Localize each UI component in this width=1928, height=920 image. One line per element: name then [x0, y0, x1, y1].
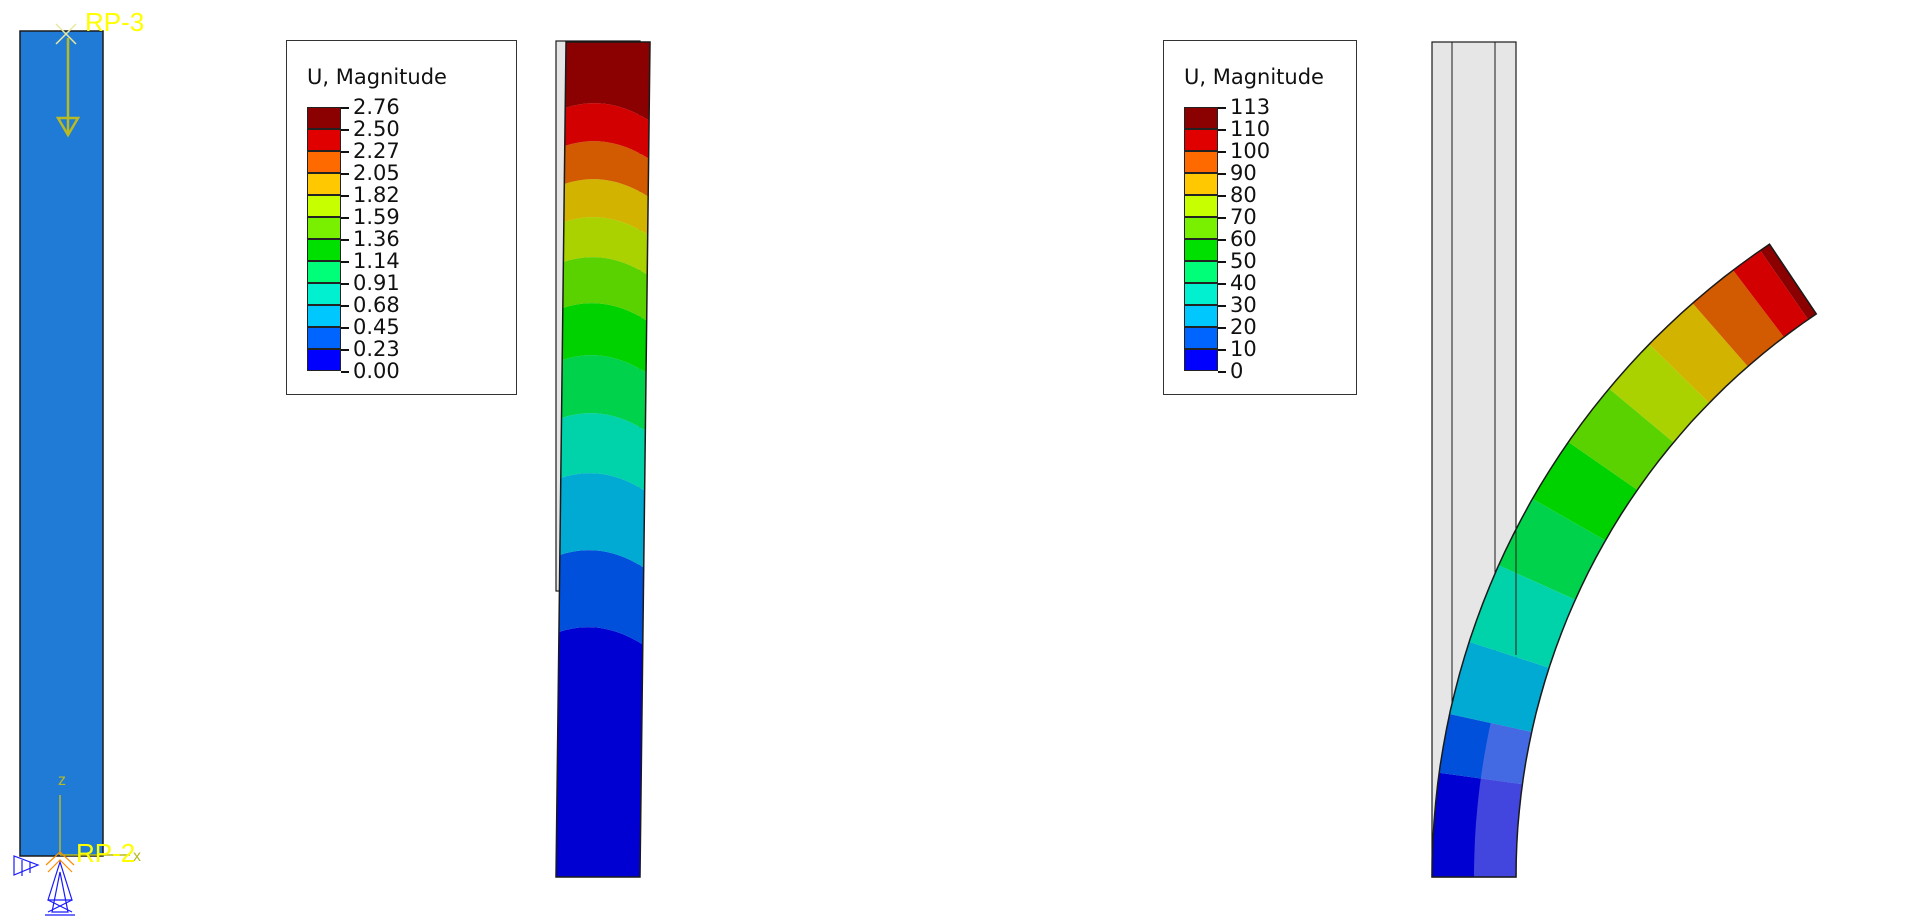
legend-2: U, Magnitude 113 110 100 90 80 70 60 50 40 30 20 10…	[1163, 40, 1357, 395]
legend-2-title: U, Magnitude	[1184, 65, 1324, 89]
legend-2-value-label: 20	[1230, 315, 1257, 339]
legend-1-value-label: 0.68	[353, 293, 400, 317]
legend-1-swatch	[307, 261, 341, 283]
legend-2-swatch	[1184, 173, 1218, 195]
legend-1-swatch	[307, 327, 341, 349]
legend-2-tick	[1218, 129, 1226, 131]
legend-1-tick	[341, 129, 349, 131]
legend-2-tick	[1218, 151, 1226, 153]
legend-2-tick	[1218, 195, 1226, 197]
legend-2-swatch	[1184, 261, 1218, 283]
rp-3-label: RP-3	[85, 7, 144, 37]
legend-1-swatch	[307, 129, 341, 151]
legend-2-value-label: 113	[1230, 95, 1271, 119]
legend-1-tick	[341, 107, 349, 109]
undeformed-column[interactable]	[19, 30, 104, 857]
legend-1-swatch	[307, 107, 341, 129]
legend-1: U, Magnitude 2.76 2.50 2.27 2.05 1.82 1.59 1.3…	[286, 40, 517, 395]
legend-1-tick	[341, 173, 349, 175]
legend-2-value-label: 90	[1230, 161, 1257, 185]
legend-1-tick	[341, 239, 349, 241]
legend-2-swatch	[1184, 305, 1218, 327]
legend-1-value-label: 1.82	[353, 183, 400, 207]
legend-1-tick	[341, 195, 349, 197]
legend-1-tick	[341, 327, 349, 329]
legend-1-value-label: 2.05	[353, 161, 400, 185]
legend-2-value-label: 70	[1230, 205, 1257, 229]
legend-1-value-label: 0.45	[353, 315, 400, 339]
legend-2-value-label: 110	[1230, 117, 1271, 141]
legend-2-tick	[1218, 239, 1226, 241]
legend-1-value-label: 0.23	[353, 337, 400, 361]
legend-1-swatch	[307, 217, 341, 239]
legend-2-swatch	[1184, 349, 1218, 371]
legend-1-tick	[341, 151, 349, 153]
legend-1-swatch	[307, 283, 341, 305]
legend-2-value-label: 100	[1230, 139, 1271, 163]
legend-1-value-label: 1.14	[353, 249, 400, 273]
contour-1-band	[556, 627, 643, 877]
undeformed-model-view: RP-3 z x RP-2	[13, 7, 144, 916]
legend-2-swatch	[1184, 129, 1218, 151]
legend-2-value-label: 50	[1230, 249, 1257, 273]
legend-2-tick	[1218, 371, 1226, 373]
legend-1-value-label: 2.27	[353, 139, 400, 163]
legend-1-value-label: 0.00	[353, 359, 400, 383]
legend-1-value-label: 1.59	[353, 205, 400, 229]
legend-1-value-label: 0.91	[353, 271, 400, 295]
legend-2-tick	[1218, 217, 1226, 219]
legend-1-swatch	[307, 305, 341, 327]
rp-2-label: RP-2	[76, 838, 135, 868]
legend-1-tick	[341, 261, 349, 263]
legend-1-tick	[341, 305, 349, 307]
legend-2-swatch	[1184, 327, 1218, 349]
contour-1-bands[interactable]	[555, 41, 651, 878]
legend-1-tick	[341, 217, 349, 219]
legend-2-value-label: 60	[1230, 227, 1257, 251]
legend-2-tick	[1218, 107, 1226, 109]
legend-2-tick	[1218, 261, 1226, 263]
legend-1-swatch	[307, 173, 341, 195]
contour-view-1	[555, 40, 651, 878]
triad-z-label: z	[58, 772, 66, 789]
legend-2-swatch	[1184, 151, 1218, 173]
legend-2-tick	[1218, 349, 1226, 351]
legend-2-swatch	[1184, 217, 1218, 239]
legend-2-value-label: 40	[1230, 271, 1257, 295]
legend-2-value-label: 80	[1230, 183, 1257, 207]
legend-2-tick	[1218, 305, 1226, 307]
legend-1-value-label: 2.76	[353, 95, 400, 119]
legend-1-value-label: 1.36	[353, 227, 400, 251]
legend-1-tick	[341, 371, 349, 373]
legend-2-swatch	[1184, 195, 1218, 217]
legend-1-swatch	[307, 195, 341, 217]
legend-2-swatch	[1184, 239, 1218, 261]
legend-2-tick	[1218, 327, 1226, 329]
legend-2-swatch	[1184, 283, 1218, 305]
legend-2-value-label: 10	[1230, 337, 1257, 361]
legend-2-tick	[1218, 283, 1226, 285]
legend-2-value-label: 0	[1230, 359, 1244, 383]
legend-1-tick	[341, 283, 349, 285]
legend-1-title: U, Magnitude	[307, 65, 447, 89]
legend-1-swatch	[307, 349, 341, 371]
legend-2-value-label: 30	[1230, 293, 1257, 317]
boundary-condition-icon	[13, 851, 75, 916]
contour-view-2	[1431, 41, 1818, 878]
legend-1-tick	[341, 349, 349, 351]
legend-1-value-label: 2.50	[353, 117, 400, 141]
legend-1-swatch	[307, 151, 341, 173]
legend-1-swatch	[307, 239, 341, 261]
legend-2-tick	[1218, 173, 1226, 175]
legend-2-swatch	[1184, 107, 1218, 129]
